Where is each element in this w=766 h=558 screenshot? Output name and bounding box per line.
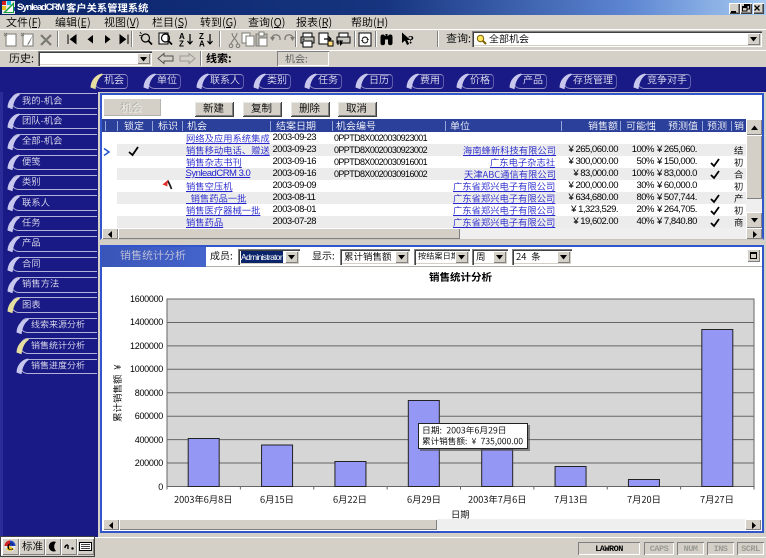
svg-text:A: A (199, 40, 205, 49)
svg-text:C: C (7, 542, 14, 552)
svg-text:Z: Z (179, 40, 184, 49)
svg-text:?: ? (408, 33, 414, 47)
